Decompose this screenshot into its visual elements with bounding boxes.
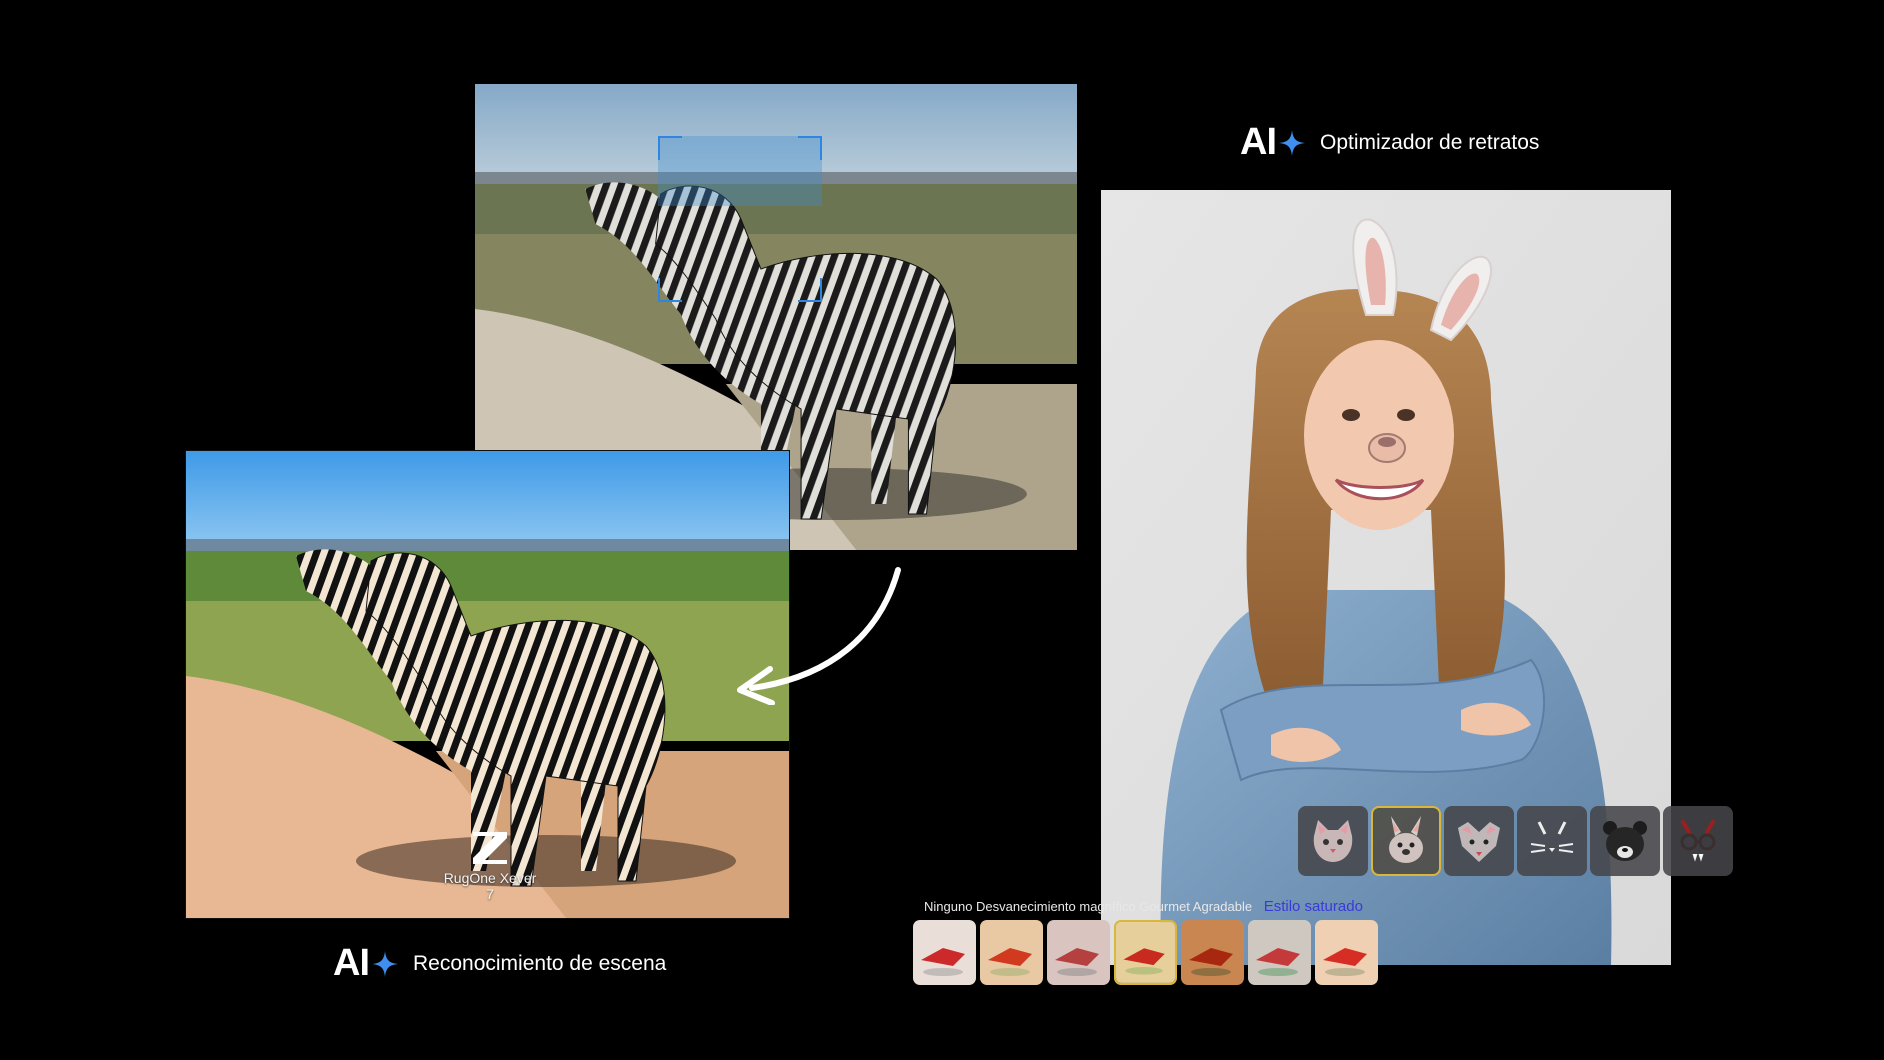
face-filter-whiskers[interactable] xyxy=(1517,806,1587,876)
ai-badge: AI xyxy=(333,942,370,984)
filter-labels-text: Ninguno Desvanecimiento magnífico Gourme… xyxy=(924,899,1253,914)
filter-thumbnail[interactable] xyxy=(1047,920,1110,985)
active-filter-label: Estilo saturado xyxy=(1263,898,1363,915)
face-filter-fox[interactable] xyxy=(1444,806,1514,876)
transform-arrow-icon xyxy=(737,567,901,705)
filter-labels-row: Ninguno Desvanecimiento magnífico Gourme… xyxy=(924,898,1363,915)
face-filter-cat[interactable] xyxy=(1298,806,1368,876)
filter-thumbnail[interactable] xyxy=(980,920,1043,985)
filter-thumbnail[interactable] xyxy=(1181,920,1244,985)
bunny-mask-icon xyxy=(1389,816,1423,863)
whiskers-mask-icon xyxy=(1530,821,1574,853)
ai-sparkle-icon xyxy=(372,950,398,977)
fox-mask-icon xyxy=(1458,822,1500,862)
face-filter-bear[interactable] xyxy=(1590,806,1660,876)
face-filter-bunny[interactable] xyxy=(1371,806,1441,876)
color-filter-strip xyxy=(913,920,1382,985)
filter-thumbnail[interactable] xyxy=(913,920,976,985)
scene-recognition-title: AI Reconocimiento de escena xyxy=(333,942,666,985)
portrait-optimizer-title: AI Optimizador de retratos xyxy=(1240,121,1539,164)
brand-logo-icon xyxy=(469,826,511,868)
filter-thumbnail-selected[interactable] xyxy=(1114,920,1177,985)
device-watermark: RugOne Xever 7 xyxy=(440,826,540,902)
face-filter-tray xyxy=(1298,806,1736,876)
devil-glasses-icon xyxy=(1680,820,1716,862)
filter-thumbnail[interactable] xyxy=(1248,920,1311,985)
portrait-optimizer-label: Optimizador de retratos xyxy=(1320,130,1540,154)
filter-thumbnail[interactable] xyxy=(1315,920,1378,985)
scene-recognition-label: Reconocimiento de escena xyxy=(413,951,667,975)
face-filter-devil-glasses[interactable] xyxy=(1663,806,1733,876)
cat-mask-icon xyxy=(1313,820,1353,862)
ai-badge: AI xyxy=(1240,121,1277,163)
bear-mask-icon xyxy=(1603,821,1647,861)
watermark-text: RugOne Xever 7 xyxy=(443,870,537,902)
ai-sparkle-icon xyxy=(1279,129,1305,156)
scene-detection-box xyxy=(658,136,822,302)
